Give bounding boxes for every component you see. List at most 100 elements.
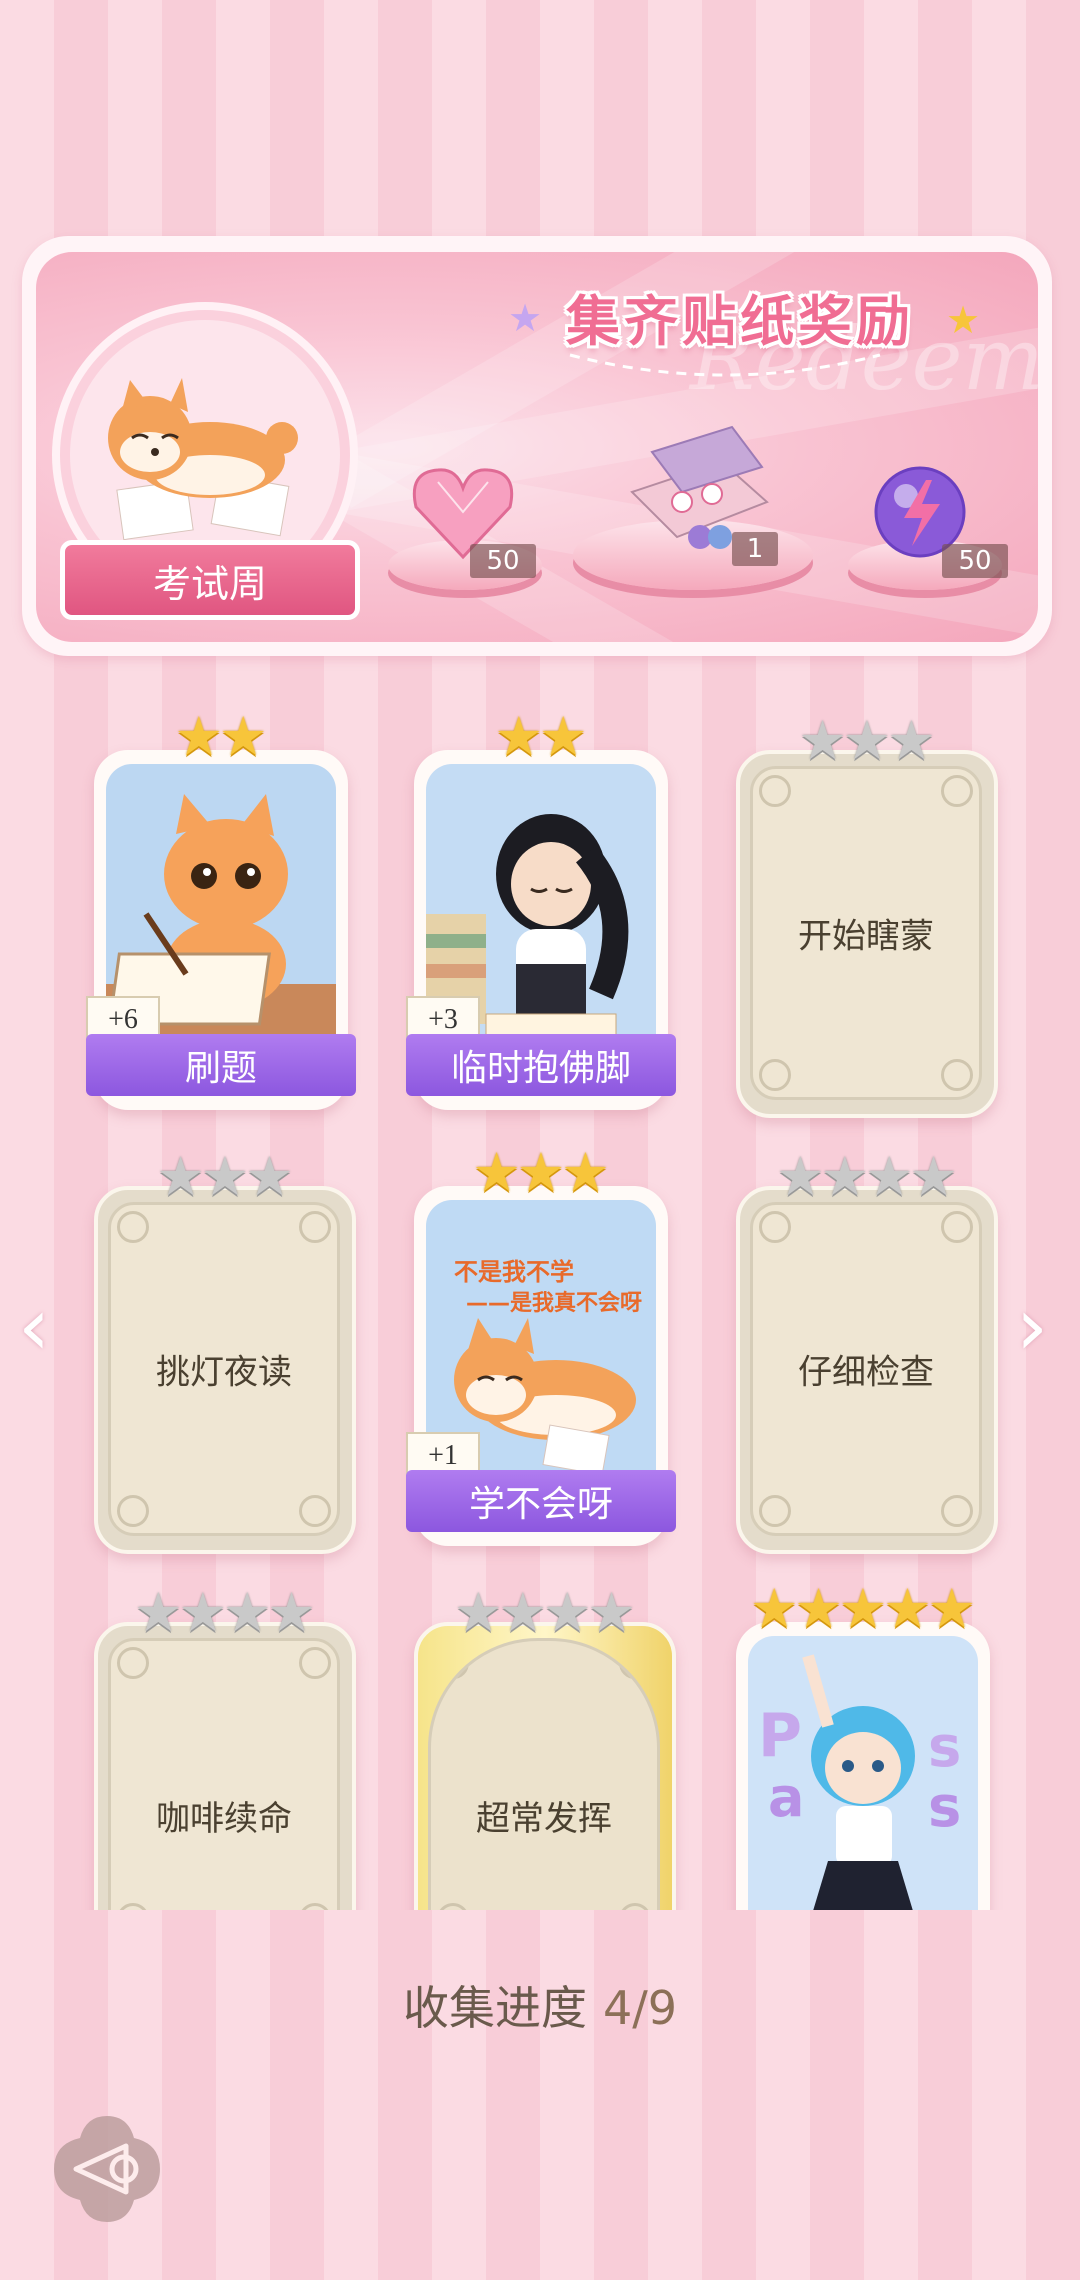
empty-star-icon: ★: [134, 1581, 183, 1644]
reward-heart-gem[interactable]: 50: [408, 462, 536, 578]
sticker-card[interactable]: ★ ★ ★ ★ 超常发挥: [414, 1586, 676, 1944]
corner-ornament: [759, 1495, 791, 1527]
sticker-face: 超常发挥: [428, 1638, 660, 1944]
corner-ornament: [941, 775, 973, 807]
medal-label: 考试周: [60, 540, 360, 620]
corner-ornament: [941, 1495, 973, 1527]
corner-ornament: [759, 1211, 791, 1243]
empty-star-icon: ★: [543, 1581, 592, 1644]
filled-star-icon: ★: [494, 705, 543, 768]
blue-hair-girl-illustration: P a s s: [748, 1636, 978, 1936]
sticker-card[interactable]: ★ ★ ★ 挑灯夜读: [94, 1150, 356, 1554]
filled-star-icon: ★: [749, 1577, 799, 1640]
corner-ornament: [619, 1647, 651, 1679]
empty-star-icon: ★: [587, 1581, 636, 1644]
next-page-arrow[interactable]: ›: [1016, 1280, 1048, 1373]
prev-page-arrow[interactable]: ‹: [18, 1280, 50, 1373]
corner-ornament: [117, 1647, 149, 1679]
empty-star-icon: ★: [887, 709, 936, 772]
star-rating: ★ ★ ★ ★: [98, 1586, 352, 1640]
sticker-card[interactable]: ★ ★ ★ 开始瞎蒙: [736, 714, 998, 1118]
sticker-face: 咖啡续命: [108, 1638, 340, 1944]
star-rating: ★ ★: [414, 710, 668, 764]
sticker-card[interactable]: ★ ★ +6 刷题: [86, 710, 356, 1110]
back-arrow-icon: [54, 2116, 160, 2222]
empty-star-icon: ★: [842, 709, 892, 772]
filled-star-icon: ★: [219, 705, 268, 768]
sticker-face: P a s s: [748, 1636, 978, 1936]
locked-sticker-title: 仔细检查: [798, 1354, 934, 1392]
corner-ornament: [941, 1211, 973, 1243]
back-button[interactable]: [48, 2110, 166, 2228]
sticker-face: 仔细检查: [750, 1202, 982, 1536]
filled-star-icon: ★: [174, 705, 223, 768]
star-rating: ★ ★ ★: [98, 1150, 352, 1204]
empty-star-icon: ★: [178, 1581, 227, 1644]
star-rating: ★ ★ ★ ★: [418, 1586, 672, 1640]
star-rating: ★ ★ ★ ★ ★: [736, 1582, 990, 1636]
corner-ornament: [117, 1211, 149, 1243]
corner-ornament: [759, 1059, 791, 1091]
svg-text:P: P: [758, 1701, 802, 1771]
collection-progress: 收集进度 4/9: [0, 1972, 1080, 2038]
art-text-line2: ——是我真不会呀: [466, 1290, 642, 1316]
empty-star-icon: ★: [909, 1145, 958, 1208]
sticker-title: 刷题: [86, 1034, 356, 1096]
filled-star-icon: ★: [838, 1577, 888, 1640]
empty-star-icon: ★: [267, 1581, 316, 1644]
empty-star-icon: ★: [820, 1145, 869, 1208]
sticker-card[interactable]: ★ ★ ★ ★ 仔细检查: [736, 1150, 998, 1554]
star-rating: ★ ★ ★: [414, 1146, 668, 1200]
corner-ornament: [437, 1647, 469, 1679]
svg-text:s: s: [928, 1775, 961, 1840]
filled-star-icon: ★: [883, 1577, 932, 1640]
filled-star-icon: ★: [516, 1141, 566, 1204]
star-rating: ★ ★: [94, 710, 348, 764]
sticker-card[interactable]: ★ ★ ★ 不是我不学 ——是我真不会呀 +1 学不会呀: [406, 1146, 676, 1546]
empty-star-icon: ★: [798, 709, 847, 772]
sticker-title: 临时抱佛脚: [406, 1034, 676, 1096]
progress-label: 收集进度: [402, 1981, 587, 2035]
filled-star-icon: ★: [794, 1577, 843, 1640]
empty-star-icon: ★: [245, 1145, 294, 1208]
reward-lightning-orb[interactable]: 50: [870, 462, 1008, 578]
art-text-line1: 不是我不学: [454, 1258, 574, 1286]
locked-sticker-title: 超常发挥: [476, 1801, 612, 1838]
progress-value: 4/9: [602, 1981, 678, 2035]
sticker-card[interactable]: ★ ★ ★ ★ 咖啡续命: [94, 1586, 356, 1944]
filled-star-icon: ★: [561, 1141, 610, 1204]
corner-ornament: [299, 1495, 331, 1527]
empty-star-icon: ★: [223, 1581, 272, 1644]
corner-ornament: [299, 1647, 331, 1679]
filled-star-icon: ★: [472, 1141, 521, 1204]
sticker-title: 学不会呀: [406, 1470, 676, 1532]
svg-text:a: a: [768, 1766, 804, 1829]
empty-star-icon: ★: [776, 1145, 825, 1208]
purple-star-icon: ★: [508, 296, 543, 340]
empty-star-icon: ★: [454, 1581, 503, 1644]
corner-ornament: [759, 775, 791, 807]
reward-count: 1: [732, 532, 778, 566]
corner-ornament: [941, 1059, 973, 1091]
filled-star-icon: ★: [539, 705, 588, 768]
sticker-face: 开始瞎蒙: [750, 766, 982, 1100]
star-rating: ★ ★ ★: [740, 714, 994, 768]
corner-ornament: [117, 1495, 149, 1527]
empty-star-icon: ★: [200, 1145, 250, 1208]
sticker-card[interactable]: ★ ★ +3 临时抱佛脚: [406, 710, 676, 1110]
empty-star-icon: ★: [865, 1145, 914, 1208]
sticker-card[interactable]: ★ ★ ★ ★ ★ P a s s: [736, 1582, 990, 1936]
locked-sticker-title: 开始瞎蒙: [798, 918, 934, 956]
sticker-face: 挑灯夜读: [108, 1202, 340, 1536]
svg-text:s: s: [928, 1715, 961, 1780]
locked-sticker-title: 咖啡续命: [156, 1801, 292, 1838]
locked-sticker-title: 挑灯夜读: [156, 1354, 292, 1392]
empty-star-icon: ★: [156, 1145, 205, 1208]
empty-star-icon: ★: [498, 1581, 547, 1644]
filled-star-icon: ★: [927, 1577, 977, 1640]
gold-star-icon: ★: [946, 298, 981, 342]
reward-gift-box[interactable]: 1: [622, 422, 778, 566]
corner-ornament: [299, 1211, 331, 1243]
reward-count: 50: [942, 544, 1008, 578]
reward-count: 50: [470, 544, 536, 578]
